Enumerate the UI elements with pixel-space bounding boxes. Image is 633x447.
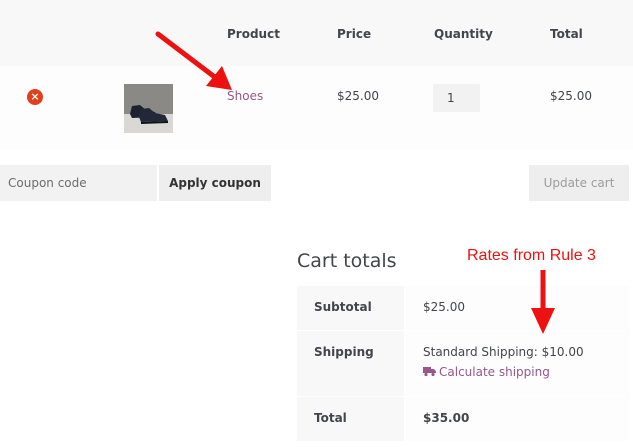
header-total: Total <box>550 27 583 41</box>
shipping-value-cell: Standard Shipping: $10.00 Calculate ship… <box>405 331 629 396</box>
cart-item-row <box>0 66 633 150</box>
annotation-text: Rates from Rule 3 <box>467 247 596 264</box>
subtotal-label: Subtotal <box>314 300 372 314</box>
coupon-code-input[interactable] <box>0 165 157 201</box>
header-price: Price <box>337 27 372 41</box>
cart-table-header: Product Price Quantity Total <box>0 0 633 66</box>
total-value-cell: $35.00 <box>405 397 629 441</box>
shipping-value: Standard Shipping: $10.00 <box>423 345 584 359</box>
remove-item-button[interactable]: × <box>27 89 43 105</box>
shipping-label-cell: Shipping <box>297 331 404 396</box>
calculate-shipping-link[interactable]: Calculate shipping <box>423 365 550 379</box>
close-icon: × <box>30 90 40 103</box>
item-subtotal: $25.00 <box>550 89 592 103</box>
apply-coupon-button[interactable]: Apply coupon <box>159 165 271 201</box>
subtotal-value-cell: $25.00 <box>405 286 629 330</box>
total-label: Total <box>314 411 347 425</box>
red-arrow-to-shipping <box>531 270 555 334</box>
quantity-input[interactable] <box>433 84 480 112</box>
header-quantity: Quantity <box>434 27 493 41</box>
total-value: $35.00 <box>423 411 470 425</box>
truck-icon <box>423 367 436 377</box>
total-label-cell: Total <box>297 397 404 441</box>
cart-totals-title: Cart totals <box>297 250 397 272</box>
subtotal-label-cell: Subtotal <box>297 286 404 330</box>
update-cart-button[interactable]: Update cart <box>529 165 629 201</box>
subtotal-value: $25.00 <box>423 300 465 314</box>
calculate-shipping-label: Calculate shipping <box>439 365 550 379</box>
shipping-label: Shipping <box>314 345 374 359</box>
red-arrow-to-product <box>155 31 232 90</box>
item-price: $25.00 <box>337 89 379 103</box>
